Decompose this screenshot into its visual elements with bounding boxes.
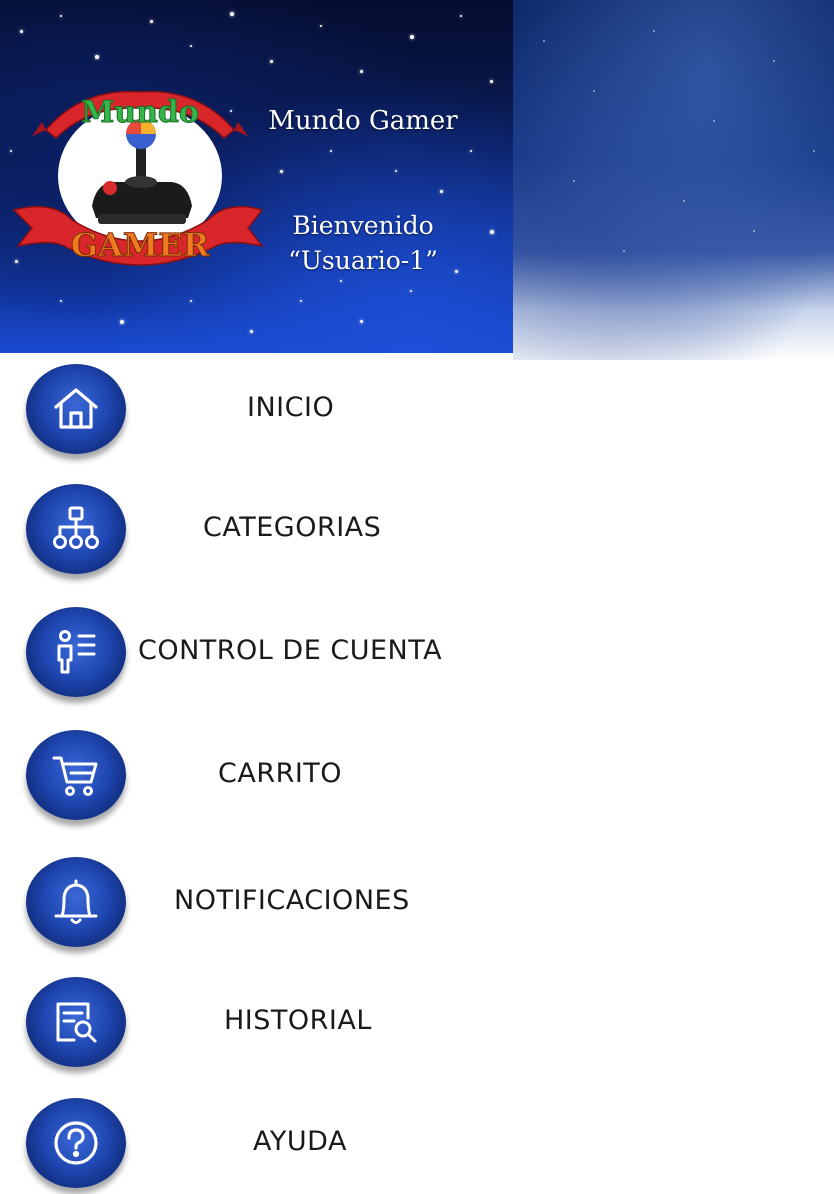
menu-label-carrito[interactable]: CARRITO bbox=[218, 758, 342, 789]
welcome-message: Bienvenido “Usuario-1” bbox=[263, 208, 463, 278]
menu-label-inicio[interactable]: INICIO bbox=[247, 392, 334, 423]
header-banner: Mundo GAMER Mundo Gamer Bienvenido “Usua… bbox=[0, 0, 513, 353]
menu-item-control-de-cuenta[interactable]: CONTROL DE CUENTA bbox=[0, 607, 513, 707]
svg-text:Mundo: Mundo bbox=[81, 95, 199, 130]
menu-label-control-de-cuenta[interactable]: CONTROL DE CUENTA bbox=[138, 635, 442, 666]
sitemap-icon[interactable] bbox=[26, 484, 126, 574]
menu-label-notificaciones[interactable]: NOTIFICACIONES bbox=[174, 885, 410, 916]
main-menu-screen: Mundo GAMER Mundo Gamer Bienvenido “Usua… bbox=[0, 0, 834, 1194]
svg-text:GAMER: GAMER bbox=[71, 226, 210, 264]
bell-icon[interactable] bbox=[26, 857, 126, 947]
help-icon[interactable] bbox=[26, 1098, 126, 1188]
account-control-icon[interactable] bbox=[26, 607, 126, 697]
menu-item-categorias[interactable]: CATEGORIAS bbox=[0, 484, 513, 584]
menu-item-notificaciones[interactable]: NOTIFICACIONES bbox=[0, 857, 513, 957]
home-icon[interactable] bbox=[26, 364, 126, 454]
menu-label-ayuda[interactable]: AYUDA bbox=[253, 1126, 347, 1157]
history-icon[interactable] bbox=[26, 977, 126, 1067]
app-title: Mundo Gamer bbox=[268, 106, 458, 136]
menu-label-categorias[interactable]: CATEGORIAS bbox=[203, 512, 381, 543]
welcome-line: Bienvenido bbox=[292, 211, 434, 240]
username-label: “Usuario-1” bbox=[288, 246, 438, 275]
mundo-gamer-logo: Mundo GAMER bbox=[12, 90, 264, 266]
background-sky bbox=[513, 0, 834, 360]
menu-item-historial[interactable]: HISTORIAL bbox=[0, 977, 513, 1077]
menu-item-ayuda[interactable]: AYUDA bbox=[0, 1098, 513, 1194]
menu-item-carrito[interactable]: CARRITO bbox=[0, 730, 513, 830]
menu-item-inicio[interactable]: INICIO bbox=[0, 364, 513, 464]
cart-icon[interactable] bbox=[26, 730, 126, 820]
menu-label-historial[interactable]: HISTORIAL bbox=[224, 1005, 372, 1036]
